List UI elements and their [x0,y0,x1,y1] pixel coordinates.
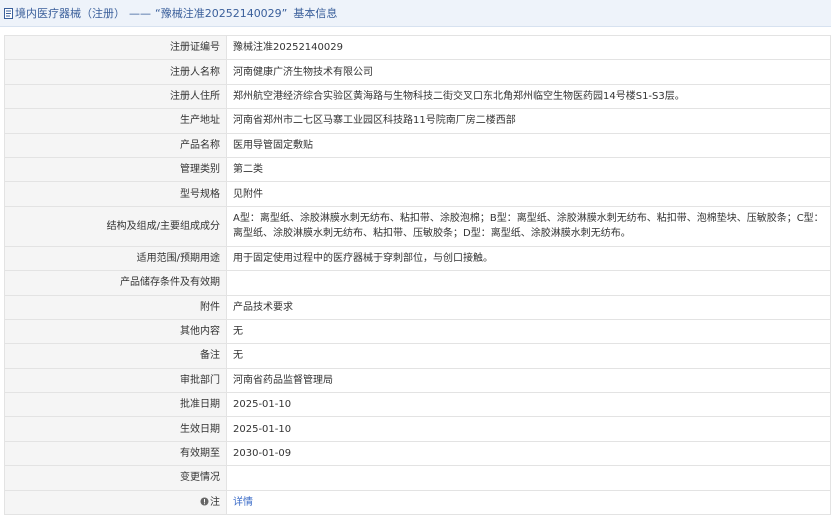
table-row: 注 详情 [4,489,831,516]
table-row: 注册证编号 豫械注准20252140029 [4,34,831,61]
row-value: 无 [226,318,831,345]
row-value: 河南健康广济生物技术有限公司 [226,59,831,85]
table-row: 管理类别 第二类 [4,156,831,183]
table-row: 注册人住所 郑州航空港经济综合实验区黄海路与生物科技二街交叉口东北角郑州临空生物… [4,83,831,110]
row-label: 注册人名称 [4,59,227,85]
row-value: 产品技术要求 [226,294,831,320]
header-separator: —— [129,6,151,20]
header-cert-title: “豫械注准20252140029” [155,7,288,20]
row-value: 第二类 [226,156,831,183]
row-label: 备注 [4,343,227,369]
row-label: 变更情况 [4,465,227,491]
row-value: 2025-01-10 [226,392,831,418]
row-value: 医用导管固定敷贴 [226,132,831,158]
row-label: 注册人住所 [4,83,227,110]
table-row: 批准日期 2025-01-10 [4,392,831,418]
document-icon [4,7,13,19]
row-value: A型：离型纸、涂胶淋膜水刺无纺布、粘扣带、涂胶泡棉；B型：离型纸、涂胶淋膜水刺无… [226,205,831,247]
table-row: 注册人名称 河南健康广济生物技术有限公司 [4,59,831,85]
table-row: 生效日期 2025-01-10 [4,416,831,442]
row-label: 型号规格 [4,181,227,207]
row-value [226,270,831,296]
row-label: 批准日期 [4,392,227,418]
table-row: 有效期至 2030-01-09 [4,440,831,467]
row-value: 无 [226,343,831,369]
info-table: 注册证编号 豫械注准20252140029 注册人名称 河南健康广济生物技术有限… [4,34,831,516]
row-label: 审批部门 [4,367,227,394]
table-row: 适用范围/预期用途 用于固定使用过程中的医疗器械于穿刺部位，与创口接触。 [4,245,831,272]
row-value: 豫械注准20252140029 [226,34,831,61]
row-value: 河南省药品监督管理局 [226,367,831,394]
table-row: 产品名称 医用导管固定敷贴 [4,132,831,158]
row-label: 注册证编号 [4,34,227,61]
row-label: 生效日期 [4,416,227,442]
row-label: 产品名称 [4,132,227,158]
row-value: 2025-01-10 [226,416,831,442]
note-label-text: 注 [210,496,220,508]
table-row: 附件 产品技术要求 [4,294,831,320]
table-row: 结构及组成/主要组成成分 A型：离型纸、涂胶淋膜水刺无纺布、粘扣带、涂胶泡棉；B… [4,205,831,247]
note-icon [200,497,209,506]
page-header: 境内医疗器械（注册） —— “豫械注准20252140029” 基本信息 [0,0,831,27]
row-value [226,465,831,491]
header-category: 境内医疗器械（注册） [15,7,125,20]
row-label: 其他内容 [4,318,227,345]
row-label: 管理类别 [4,156,227,183]
table-row: 审批部门 河南省药品监督管理局 [4,367,831,394]
table-row: 生产地址 河南省郑州市二七区马寨工业园区科技路11号院南厂房二楼西部 [4,108,831,134]
row-value: 河南省郑州市二七区马寨工业园区科技路11号院南厂房二楼西部 [226,108,831,134]
table-row: 型号规格 见附件 [4,181,831,207]
table-row: 变更情况 [4,465,831,491]
row-value: 2030-01-09 [226,440,831,467]
header-section-title: 基本信息 [293,7,338,20]
row-label: 生产地址 [4,108,227,134]
table-row: 产品储存条件及有效期 [4,270,831,296]
row-label: 产品储存条件及有效期 [4,270,227,296]
table-row: 备注 无 [4,343,831,369]
row-value: 见附件 [226,181,831,207]
table-row: 其他内容 无 [4,318,831,345]
row-label: 结构及组成/主要组成成分 [4,205,227,247]
note-row-label: 注 [4,489,227,516]
row-value: 郑州航空港经济综合实验区黄海路与生物科技二街交叉口东北角郑州临空生物医药园14号… [226,83,831,110]
detail-link[interactable]: 详情 [233,497,253,508]
row-label: 有效期至 [4,440,227,467]
row-value: 用于固定使用过程中的医疗器械于穿刺部位，与创口接触。 [226,245,831,272]
row-label: 附件 [4,294,227,320]
row-label: 适用范围/预期用途 [4,245,227,272]
note-row-value: 详情 [226,489,831,516]
